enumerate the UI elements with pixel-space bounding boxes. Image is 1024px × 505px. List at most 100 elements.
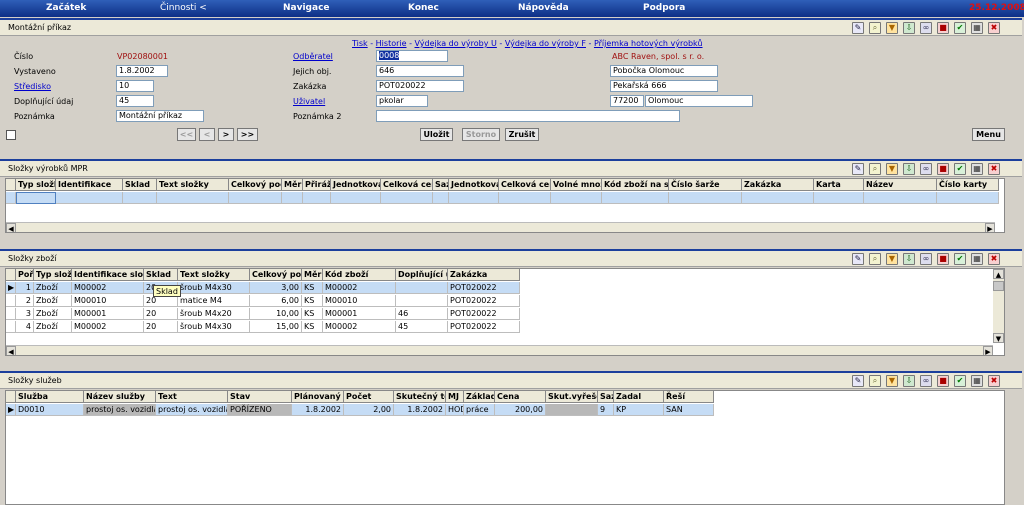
nav-konec[interactable]: Konec <box>408 3 439 13</box>
column-header[interactable]: Identifikace složk <box>72 269 144 281</box>
column-header[interactable]: Text <box>156 391 228 403</box>
delete-icon[interactable]: ✖ <box>988 253 1000 265</box>
book-icon[interactable]: ■ <box>937 253 949 265</box>
column-header[interactable]: Text složky <box>178 269 250 281</box>
delete-icon[interactable]: ✖ <box>988 375 1000 387</box>
last-record-button[interactable]: >> <box>237 128 258 141</box>
scroll-thumb[interactable] <box>993 281 1004 291</box>
column-header[interactable]: Název <box>864 179 937 191</box>
edit-icon[interactable]: ✎ <box>852 253 864 265</box>
find-icon[interactable]: ⌕ <box>869 163 881 175</box>
storno-button[interactable]: Storno <box>462 128 500 141</box>
export-icon[interactable]: ⇩ <box>903 375 915 387</box>
grid-icon[interactable]: ▦ <box>971 253 983 265</box>
grid-cell[interactable] <box>602 192 669 204</box>
grid-cell[interactable]: POT020022 <box>448 295 520 307</box>
book-icon[interactable]: ■ <box>937 163 949 175</box>
grid-cell[interactable]: prostoj os. vozidla <box>84 404 156 416</box>
filter-icon[interactable]: ▼ <box>886 253 898 265</box>
column-header[interactable]: MJ <box>446 391 464 403</box>
filter-icon[interactable]: ▼ <box>886 163 898 175</box>
scroll-left-icon[interactable]: ◀ <box>6 223 16 232</box>
column-header[interactable]: Karta <box>814 179 864 191</box>
grid-cell[interactable]: prostoj os. vozidla <box>156 404 228 416</box>
grid-cell[interactable]: 10,00 <box>250 308 302 320</box>
column-header[interactable]: Typ složk <box>16 179 56 191</box>
column-header[interactable]: Text složky <box>157 179 229 191</box>
link-historie[interactable]: Historie <box>376 39 407 48</box>
column-header[interactable]: Cena <box>495 391 546 403</box>
grid-cell[interactable] <box>742 192 814 204</box>
column-header[interactable]: Stav <box>228 391 292 403</box>
column-header[interactable]: Počet <box>344 391 394 403</box>
column-header[interactable]: Kód zboží <box>323 269 396 281</box>
link-icon[interactable]: ∞ <box>920 22 932 34</box>
grid-cell[interactable] <box>381 192 433 204</box>
column-header[interactable]: Přirážk <box>303 179 331 191</box>
export-icon[interactable]: ⇩ <box>903 22 915 34</box>
column-header[interactable]: Plánovaný t <box>292 391 344 403</box>
pobocka-field[interactable]: Pobočka Olomouc <box>610 65 718 77</box>
edit-icon[interactable]: ✎ <box>852 163 864 175</box>
column-header[interactable]: Celková cen <box>499 179 551 191</box>
ulice-field[interactable]: Pekařská 666 <box>610 80 718 92</box>
link-icon[interactable]: ∞ <box>920 375 932 387</box>
nav-napoveda[interactable]: Nápověda <box>518 3 569 13</box>
grid-cell[interactable]: práce <box>464 404 495 416</box>
grid-cell[interactable]: D0010 <box>16 404 84 416</box>
column-header[interactable]: Poř <box>16 269 34 281</box>
edit-icon[interactable]: ✎ <box>852 22 864 34</box>
grid-cell[interactable]: KS <box>302 295 323 307</box>
prev-record-button[interactable]: < <box>199 128 215 141</box>
poznamka2-field[interactable] <box>376 110 680 122</box>
grid-cell[interactable]: Zboží <box>34 308 72 320</box>
column-header[interactable]: Číslo karty <box>937 179 999 191</box>
save-icon[interactable]: ✔ <box>954 163 966 175</box>
scroll-down-icon[interactable]: ▼ <box>993 333 1004 343</box>
grid-cell[interactable] <box>396 295 448 307</box>
grid-cell[interactable]: 2 <box>16 295 34 307</box>
grid-cell[interactable]: KS <box>302 282 323 294</box>
grid-cell[interactable]: Zboží <box>34 282 72 294</box>
export-icon[interactable]: ⇩ <box>903 253 915 265</box>
stredisko-label[interactable]: Středisko <box>14 82 51 91</box>
uzivatel-field[interactable]: pkolar <box>376 95 428 107</box>
grid-cell[interactable]: 45 <box>396 321 448 333</box>
grid-cell[interactable]: KP <box>614 404 664 416</box>
filter-icon[interactable]: ▼ <box>886 22 898 34</box>
grid-cell[interactable] <box>937 192 999 204</box>
column-header[interactable]: Jednotková <box>331 179 381 191</box>
grid-cell[interactable]: Zboží <box>34 321 72 333</box>
psc-field[interactable]: 77200 <box>610 95 644 107</box>
grid-cell[interactable]: HOD <box>446 404 464 416</box>
zbozi-hscrollbar[interactable]: ◀ ▶ <box>6 345 993 355</box>
book-icon[interactable]: ■ <box>937 375 949 387</box>
find-icon[interactable]: ⌕ <box>869 253 881 265</box>
grid-icon[interactable]: ▦ <box>971 22 983 34</box>
ulozit-button[interactable]: Uložit <box>420 128 453 141</box>
column-header[interactable]: Jednotková <box>449 179 499 191</box>
jejich-obj-field[interactable]: 646 <box>376 65 464 77</box>
column-header[interactable]: Celkový poč <box>250 269 302 281</box>
grid-cell[interactable]: M00001 <box>72 308 144 320</box>
nav-cinnosti[interactable]: Činnosti < <box>160 3 207 13</box>
scroll-right-icon[interactable]: ▶ <box>983 346 993 355</box>
uzivatel-label[interactable]: Uživatel <box>293 97 325 106</box>
link-icon[interactable]: ∞ <box>920 163 932 175</box>
link-vydejka-f[interactable]: Výdejka do výroby F <box>505 39 586 48</box>
grid-cell[interactable] <box>669 192 742 204</box>
book-icon[interactable]: ■ <box>937 22 949 34</box>
poznamka-field[interactable]: Montážní příkaz <box>116 110 204 122</box>
save-icon[interactable]: ✔ <box>954 375 966 387</box>
grid-cell[interactable]: SAN <box>664 404 714 416</box>
column-header[interactable]: Služba <box>16 391 84 403</box>
column-header[interactable]: Měrn <box>302 269 323 281</box>
grid-cell[interactable]: M00002 <box>323 321 396 333</box>
grid-cell[interactable]: 200,00 <box>495 404 546 416</box>
grid-cell[interactable]: 15,00 <box>250 321 302 333</box>
grid-cell[interactable] <box>303 192 331 204</box>
grid-cell[interactable]: M00010 <box>72 295 144 307</box>
grid-cell[interactable] <box>282 192 303 204</box>
nav-navigace[interactable]: Navigace <box>283 3 330 13</box>
first-record-button[interactable]: << <box>177 128 196 141</box>
